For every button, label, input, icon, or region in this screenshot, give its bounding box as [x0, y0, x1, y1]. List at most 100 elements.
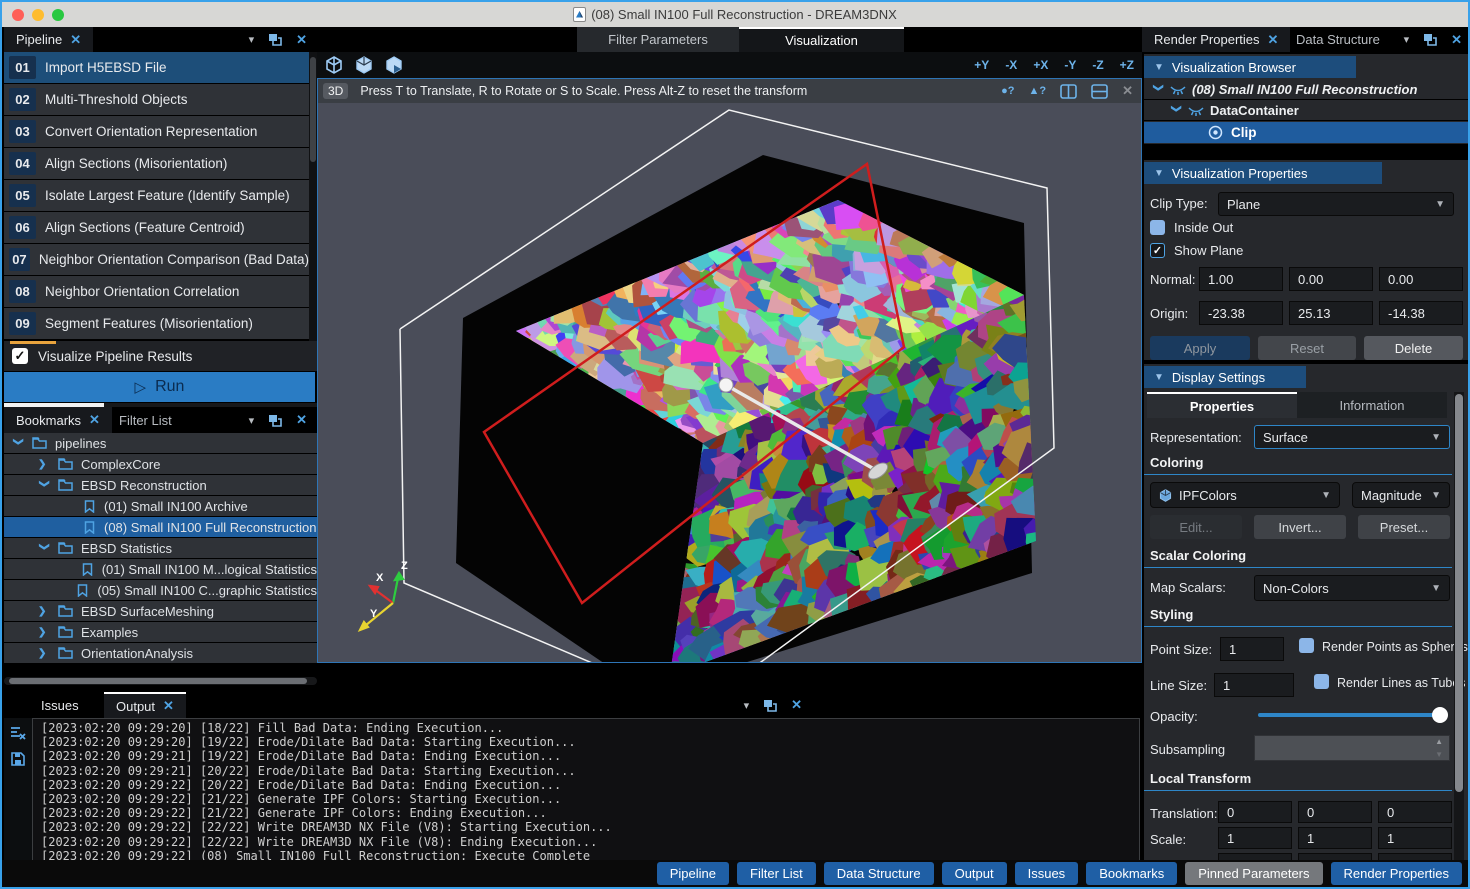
pipeline-item[interactable]: 02Multi-Threshold Objects — [4, 84, 309, 115]
points-as-spheres-checkbox[interactable] — [1299, 638, 1314, 653]
representation-dropdown[interactable]: Surface▼ — [1254, 425, 1450, 449]
dock-button-pinned-parameters[interactable]: Pinned Parameters — [1185, 862, 1322, 885]
eye-open-icon[interactable] — [1208, 125, 1223, 140]
display-settings-vscrollbar[interactable] — [1454, 392, 1464, 862]
lines-as-tubes-checkbox[interactable] — [1314, 674, 1329, 689]
scale-y-field[interactable] — [1298, 827, 1372, 849]
tab-filter-parameters[interactable]: Filter Parameters — [577, 27, 739, 52]
tree-folder[interactable]: ❯EBSD Statistics — [4, 538, 317, 558]
pipeline-item[interactable]: 03Convert Orientation Representation — [4, 116, 309, 147]
split-vertical-icon[interactable] — [1060, 84, 1077, 99]
tree-bookmark[interactable]: (05) Small IN100 C...graphic Statistics — [4, 580, 317, 600]
tab-bookmarks[interactable]: Bookmarks ✕ — [4, 407, 112, 433]
tree-bookmark[interactable]: (01) Small IN100 Archive — [4, 496, 317, 516]
close-tab-icon[interactable]: ✕ — [70, 32, 81, 48]
subsampling-spinbox[interactable]: ▲ ▼ — [1254, 735, 1450, 761]
tree-folder[interactable]: ❯Examples — [4, 622, 317, 642]
tab-output[interactable]: Output ✕ — [104, 692, 186, 718]
tab-display-information[interactable]: Information — [1297, 392, 1447, 418]
tree-folder[interactable]: ❯EBSD SurfaceMeshing — [4, 601, 317, 621]
tab-visualization[interactable]: Visualization — [739, 27, 904, 52]
pipeline-item[interactable]: 04Align Sections (Misorientation) — [4, 148, 309, 179]
show-plane-checkbox[interactable]: ✓ — [1150, 243, 1165, 258]
tab-data-structure[interactable]: Data Structure — [1284, 27, 1392, 52]
dock-button-filter-list[interactable]: Filter List — [737, 862, 816, 885]
camera-minusx-button[interactable]: -X — [997, 58, 1025, 72]
spin-up-icon[interactable]: ▲ — [1435, 737, 1443, 746]
chevron-down-icon[interactable]: ❯ — [1171, 105, 1182, 117]
chevron-right-icon[interactable]: ❯ — [38, 606, 50, 617]
pipeline-item[interactable]: 01Import H5EBSD File — [4, 52, 309, 83]
apply-button[interactable]: Apply — [1150, 336, 1250, 360]
tree-folder[interactable]: ❯ComplexCore — [4, 454, 317, 474]
normal-z-field[interactable] — [1379, 267, 1463, 291]
close-panel-icon[interactable]: ✕ — [791, 697, 802, 713]
close-panel-icon[interactable]: ✕ — [296, 412, 307, 428]
camera-plusy-button[interactable]: +Y — [966, 58, 997, 72]
component-dropdown[interactable]: Magnitude▼ — [1352, 482, 1450, 508]
origin-z-field[interactable] — [1379, 301, 1463, 325]
tree-folder[interactable]: ❯pipelines — [4, 433, 317, 453]
visualize-results-checkbox[interactable]: ✓ — [12, 348, 28, 364]
chevron-right-icon[interactable]: ❯ — [38, 648, 50, 659]
browser-row-datacontainer[interactable]: ❯ DataContainer — [1144, 101, 1470, 121]
browser-row-clip[interactable]: Clip — [1144, 122, 1470, 143]
undock-icon[interactable] — [268, 414, 282, 427]
split-horizontal-icon[interactable] — [1091, 84, 1108, 99]
camera-plusx-button[interactable]: +X — [1025, 58, 1056, 72]
edit-colors-button[interactable]: Edit... — [1150, 515, 1242, 539]
tab-issues[interactable]: Issues — [29, 692, 91, 718]
clipped-cube-icon[interactable] — [385, 56, 403, 74]
browser-row-root[interactable]: ❯ (08) Small IN100 Full Reconstruction — [1144, 80, 1470, 100]
inside-out-checkbox[interactable] — [1150, 220, 1165, 235]
origin-x-field[interactable] — [1199, 301, 1283, 325]
tab-pipeline[interactable]: Pipeline ✕ — [4, 27, 93, 52]
color-array-dropdown[interactable]: IPFColors▼ — [1150, 482, 1340, 508]
dock-button-bookmarks[interactable]: Bookmarks — [1086, 862, 1177, 885]
clip-type-dropdown[interactable]: Plane▼ — [1218, 192, 1454, 216]
undock-icon[interactable] — [1423, 33, 1437, 46]
run-pipeline-button[interactable]: ▷ Run — [4, 372, 315, 402]
translation-z-field[interactable] — [1378, 801, 1452, 823]
opacity-slider-track[interactable] — [1258, 713, 1440, 717]
point-size-field[interactable] — [1220, 637, 1284, 661]
close-tab-icon[interactable]: ✕ — [89, 412, 100, 428]
opacity-slider-handle[interactable] — [1432, 707, 1448, 723]
dock-button-render-properties[interactable]: Render Properties — [1331, 862, 1463, 885]
cell-info-icon[interactable]: ▲? — [1028, 85, 1046, 97]
chevron-right-icon[interactable]: ❯ — [38, 459, 50, 470]
scale-z-field[interactable] — [1378, 827, 1452, 849]
camera-minusy-button[interactable]: -Y — [1056, 58, 1084, 72]
clear-log-icon[interactable] — [10, 726, 26, 740]
eye-closed-icon[interactable] — [1170, 85, 1186, 95]
pipeline-vscrollbar[interactable] — [309, 52, 317, 370]
panel-menu-caret-icon[interactable]: ▾ — [249, 33, 255, 46]
preset-colors-button[interactable]: Preset... — [1358, 515, 1450, 539]
dock-button-pipeline[interactable]: Pipeline — [657, 862, 729, 885]
tab-render-properties[interactable]: Render Properties ✕ — [1142, 27, 1290, 52]
pipeline-item[interactable]: 09Segment Features (Misorientation) — [4, 308, 309, 339]
pipeline-item[interactable]: 05Isolate Largest Feature (Identify Samp… — [4, 180, 309, 211]
tab-filter-list[interactable]: Filter List — [107, 407, 184, 433]
panel-menu-caret-icon[interactable]: ▾ — [1404, 33, 1410, 46]
translation-x-field[interactable] — [1218, 801, 1292, 823]
close-tab-icon[interactable]: ✕ — [1268, 32, 1279, 48]
scale-x-field[interactable] — [1218, 827, 1292, 849]
undock-icon[interactable] — [268, 33, 282, 46]
map-scalars-dropdown[interactable]: Non-Colors▼ — [1254, 575, 1450, 601]
display-settings-header[interactable]: ▼ Display Settings — [1144, 366, 1306, 388]
tree-folder[interactable]: ❯EBSD Reconstruction — [4, 475, 317, 495]
tree-bookmark[interactable]: (01) Small IN100 M...logical Statistics — [4, 559, 317, 579]
reset-button[interactable]: Reset — [1258, 336, 1356, 360]
camera-minusz-button[interactable]: -Z — [1084, 58, 1111, 72]
output-log[interactable]: [2023:02:20 09:29:20] [18/22] Fill Bad D… — [32, 718, 1140, 862]
chevron-down-icon[interactable]: ❯ — [39, 542, 50, 554]
dock-button-data-structure[interactable]: Data Structure — [824, 862, 934, 885]
undock-icon[interactable] — [763, 699, 777, 712]
panel-menu-caret-icon[interactable]: ▾ — [744, 699, 750, 712]
tree-folder[interactable]: ❯OrientationAnalysis — [4, 643, 317, 663]
close-panel-icon[interactable]: ✕ — [1451, 32, 1462, 48]
delete-button[interactable]: Delete — [1364, 336, 1463, 360]
close-view-icon[interactable]: ✕ — [1122, 83, 1133, 99]
pipeline-item[interactable]: 06Align Sections (Feature Centroid) — [4, 212, 309, 243]
